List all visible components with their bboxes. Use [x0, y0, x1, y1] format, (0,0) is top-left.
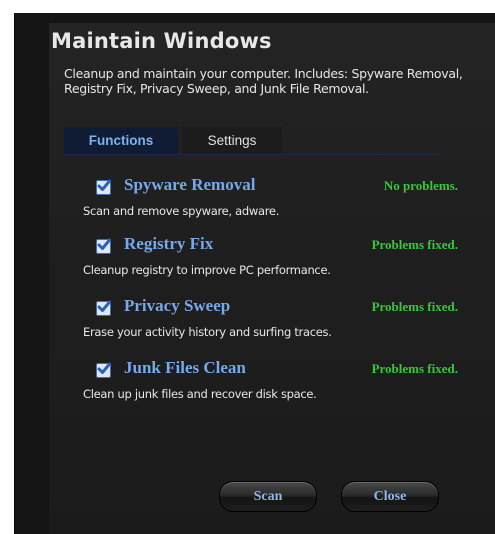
page-title: Maintain Windows: [51, 29, 272, 53]
spyware-removal-label[interactable]: Spyware Removal: [124, 175, 255, 195]
junk-files-clean-label[interactable]: Junk Files Clean: [124, 358, 246, 378]
checkmark-icon: [97, 362, 111, 374]
page-description: Cleanup and maintain your computer. Incl…: [64, 66, 463, 96]
function-item-privacy-sweep: Privacy Sweep Problems fixed. Erase your…: [83, 296, 462, 348]
tab-settings[interactable]: Settings: [182, 127, 282, 154]
checkmark-icon: [97, 238, 111, 250]
junk-files-clean-status: Problems fixed.: [371, 361, 458, 376]
tab-bar: Functions Settings: [64, 127, 440, 155]
registry-fix-status: Problems fixed.: [371, 237, 458, 252]
junk-files-clean-description: Clean up junk files and recover disk spa…: [83, 387, 317, 401]
registry-fix-label[interactable]: Registry Fix: [124, 234, 213, 254]
checkmark-icon: [97, 300, 111, 312]
checkmark-icon: [97, 179, 111, 191]
privacy-sweep-label[interactable]: Privacy Sweep: [124, 296, 230, 316]
tab-functions[interactable]: Functions: [64, 127, 178, 154]
registry-fix-description: Cleanup registry to improve PC performan…: [83, 263, 331, 277]
spyware-removal-description: Scan and remove spyware, adware.: [83, 204, 280, 218]
scan-button[interactable]: Scan: [219, 481, 317, 512]
spyware-removal-checkbox[interactable]: [96, 179, 111, 195]
function-item-spyware-removal: Spyware Removal No problems. Scan and re…: [83, 175, 462, 227]
privacy-sweep-description: Erase your activity history and surfing …: [83, 325, 332, 339]
function-item-registry-fix: Registry Fix Problems fixed. Cleanup reg…: [83, 234, 462, 286]
spyware-removal-status: No problems.: [383, 178, 458, 193]
privacy-sweep-status: Problems fixed.: [371, 299, 458, 314]
registry-fix-checkbox[interactable]: [96, 238, 111, 254]
function-item-junk-files-clean: Junk Files Clean Problems fixed. Clean u…: [83, 358, 462, 410]
close-button[interactable]: Close: [341, 481, 439, 512]
junk-files-clean-checkbox[interactable]: [96, 362, 111, 378]
privacy-sweep-checkbox[interactable]: [96, 300, 111, 316]
